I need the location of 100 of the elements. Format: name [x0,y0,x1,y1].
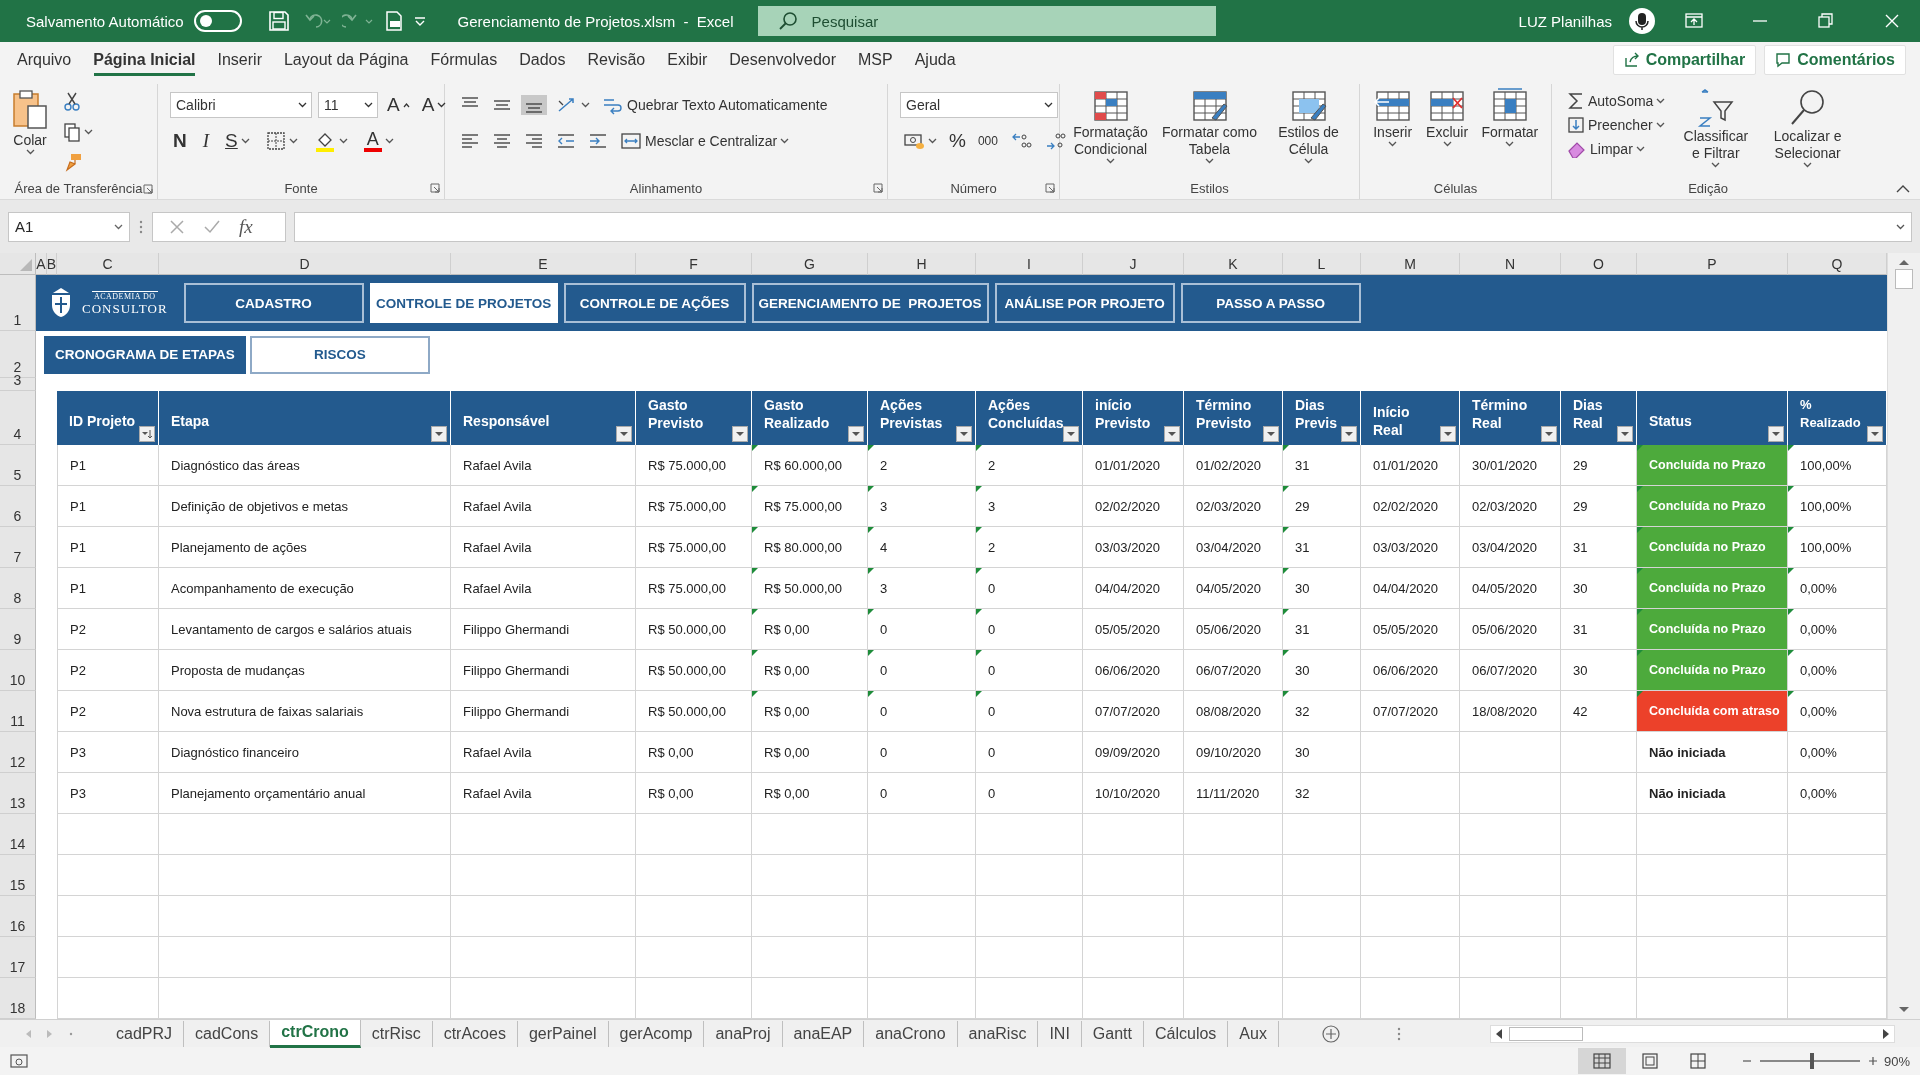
row-header[interactable]: 18 [0,978,36,1019]
dialog-launcher-icon[interactable] [1045,183,1055,193]
percent-button[interactable]: % [946,129,969,153]
sheet-tab[interactable]: gerPainel [517,1020,609,1047]
zoom-level[interactable]: 90% [1883,1053,1910,1069]
filter-button[interactable] [848,426,864,442]
bold-button[interactable]: N [170,129,190,153]
ribbon-button[interactable]: Inserir [1368,86,1417,177]
column-header[interactable]: J [1083,253,1184,275]
row-header[interactable]: 10 [0,650,36,691]
sheet-tab[interactable]: anaEAP [782,1020,865,1047]
filter-button[interactable] [616,426,632,442]
column-header[interactable]: E [451,253,636,275]
sheet-tab[interactable]: anaRisc [957,1020,1039,1047]
sheet-tab[interactable]: gerAcomp [608,1020,705,1047]
align-bottom-button[interactable] [521,95,547,115]
filter-button[interactable] [1768,426,1784,442]
column-header[interactable]: K [1184,253,1283,275]
ribbon-button[interactable]: Localizar e Selecionar [1757,86,1858,177]
sheet-tab[interactable]: ctrAcoes [432,1020,518,1047]
ribbon-button[interactable]: AutoSoma [1564,90,1669,112]
menu-tab[interactable]: Ajuda [903,42,967,78]
comments-button[interactable]: Comentários [1764,45,1906,75]
column-header[interactable]: F [636,253,752,275]
nav-button[interactable]: CONTROLE DE PROJETOS [369,283,558,323]
nav-button[interactable]: ANÁLISE POR PROJETO [994,283,1175,323]
menu-tab[interactable]: Inserir [206,42,273,78]
column-header[interactable]: P [1637,253,1788,275]
paste-button[interactable]: Colar [6,86,54,178]
ribbon-button[interactable]: Formatar [1477,86,1543,177]
nav-button[interactable]: CONTROLE DE AÇÕES [563,283,746,323]
font-size-field[interactable]: 11 [318,92,378,118]
row-header[interactable]: 15 [0,855,36,896]
collapse-ribbon-icon[interactable] [1896,184,1910,193]
share-button[interactable]: Compartilhar [1612,45,1757,75]
comma-style-button[interactable]: 000 [974,132,1001,150]
row-header[interactable]: 8 [0,568,36,609]
number-format-field[interactable]: Geral [900,92,1058,118]
name-box[interactable]: A1 [8,211,130,242]
wrap-text-button[interactable]: Quebrar Texto Automaticamente [599,93,831,117]
sheet-tab[interactable]: ctrRisc [360,1020,433,1047]
menu-tab[interactable]: Dados [508,42,577,78]
scroll-down-icon[interactable] [1897,1005,1911,1015]
menu-tab[interactable]: Arquivo [6,42,83,78]
menu-tab[interactable]: Layout da Página [272,42,420,78]
menu-tab[interactable]: Página Inicial [82,42,207,78]
column-header[interactable]: G [752,253,868,275]
menu-tab[interactable]: Exibir [656,42,719,78]
row-header[interactable]: 11 [0,691,36,732]
add-sheet-icon[interactable] [1320,1023,1341,1044]
scroll-thumb[interactable] [1509,1026,1583,1041]
splitter-icon[interactable] [1396,1026,1401,1041]
dialog-launcher-icon[interactable] [873,183,883,193]
font-name-field[interactable]: Calibri [170,92,312,118]
filter-button[interactable] [956,426,972,442]
sheet-tab[interactable]: Gantt [1081,1020,1144,1047]
column-header[interactable]: N [1460,253,1561,275]
customize-caret-icon[interactable] [413,15,426,27]
row-header[interactable]: 12 [0,732,36,773]
view-button[interactable] [1577,1048,1626,1074]
restore-icon[interactable] [1816,11,1836,31]
ribbon-button[interactable]: Classificar e Filtrar [1674,86,1758,177]
zoom-slider-thumb[interactable] [1809,1053,1814,1069]
sheet-tab[interactable]: cadPRJ [105,1020,185,1047]
sheet-tab[interactable]: ctrCrono [270,1019,361,1048]
menu-tab[interactable]: Fórmulas [419,42,509,78]
column-header[interactable]: I [976,253,1083,275]
font-color-button[interactable]: A [360,128,397,154]
ribbon-display-icon[interactable] [1684,11,1704,31]
row-header[interactable]: 14 [0,814,36,855]
filter-button[interactable] [139,426,155,442]
ribbon-button[interactable]: Limpar [1564,138,1669,160]
shrink-font-button[interactable]: A [418,93,450,117]
sheet-tab[interactable]: anaCrono [864,1020,958,1047]
scroll-left-icon[interactable] [1494,1027,1504,1040]
column-header[interactable]: L [1283,253,1361,275]
scroll-up-icon[interactable] [1897,257,1911,267]
row-header[interactable]: 1 [0,275,36,331]
menu-tab[interactable]: Revisão [576,42,657,78]
dialog-launcher-icon[interactable] [143,184,153,194]
sheet-tab[interactable]: Cálculos [1144,1020,1229,1047]
scroll-right-icon[interactable] [1881,1027,1891,1040]
insert-function-button[interactable]: fx [239,215,253,238]
nav-button[interactable]: CADASTRO [183,283,364,323]
print-preview-icon[interactable] [383,10,404,32]
column-header[interactable]: C [57,253,159,275]
save-icon[interactable] [267,10,290,32]
filter-button[interactable] [1440,426,1456,442]
column-header[interactable]: Q [1788,253,1887,275]
filter-button[interactable] [1164,426,1180,442]
sub-button[interactable]: CRONOGRAMA DE ETAPAS [44,335,246,374]
filter-button[interactable] [1263,426,1279,442]
ribbon-button[interactable]: Estilos de Célula [1264,86,1353,177]
dialog-launcher-icon[interactable] [430,183,440,193]
filter-button[interactable] [732,426,748,442]
ribbon-button[interactable]: Formatar como Tabela [1155,86,1264,177]
scroll-thumb[interactable] [1895,269,1913,289]
autosave-toggle[interactable] [193,10,242,32]
row-header[interactable]: 6 [0,486,36,527]
filter-button[interactable] [1617,426,1633,442]
